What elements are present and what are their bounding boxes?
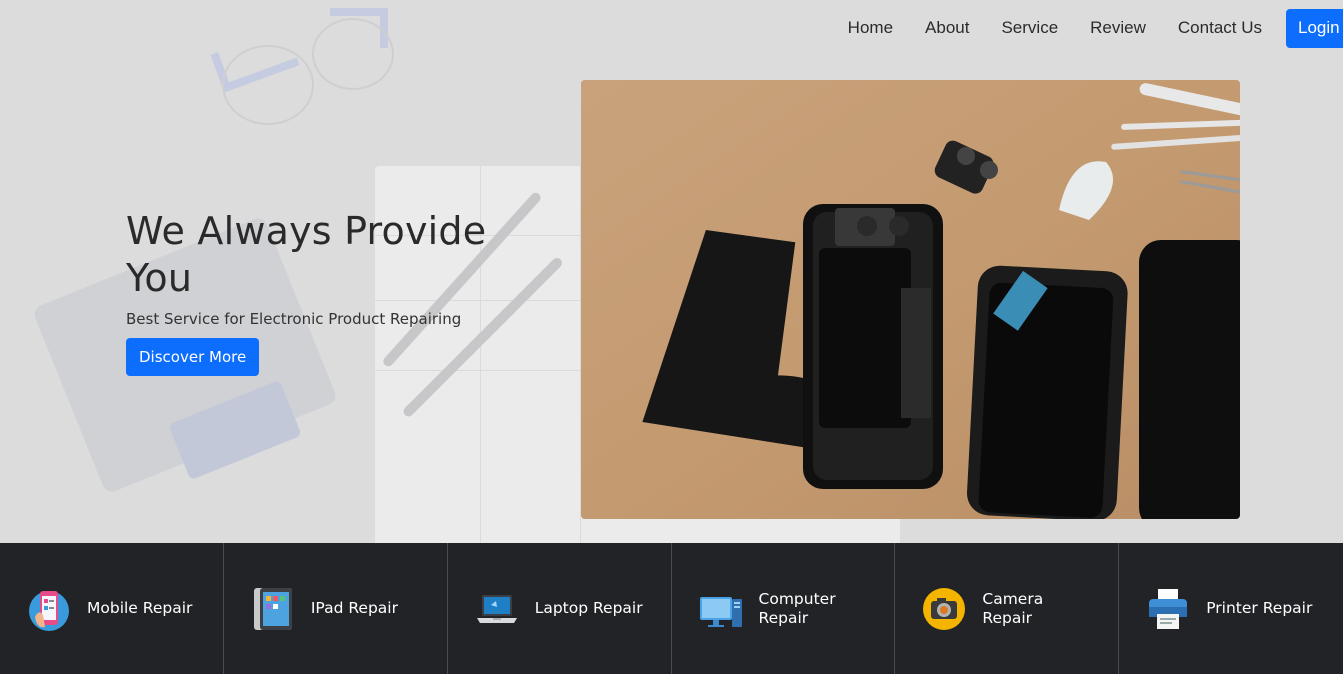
computer-icon xyxy=(698,586,744,632)
nav-review[interactable]: Review xyxy=(1090,18,1146,38)
service-ipad-repair[interactable]: IPad Repair xyxy=(224,543,448,674)
login-button[interactable]: Login xyxy=(1286,8,1343,48)
service-camera-repair[interactable]: Camera Repair xyxy=(895,543,1120,674)
laptop-icon xyxy=(474,586,520,632)
printer-icon xyxy=(1145,586,1191,632)
top-navigation: Home About Service Review Contact Us Log… xyxy=(848,8,1343,48)
ipad-icon xyxy=(250,586,296,632)
services-bar: Mobile Repair IPad Repair Laptop Repair … xyxy=(0,543,1343,674)
hero-phone-repair-photo xyxy=(581,80,1240,519)
service-label: Camera Repair xyxy=(982,589,1044,627)
service-label: Printer Repair xyxy=(1206,599,1313,617)
discover-more-button[interactable]: Discover More xyxy=(126,338,260,376)
service-laptop-repair[interactable]: Laptop Repair xyxy=(448,543,672,674)
mobile-repair-icon xyxy=(26,586,72,632)
service-mobile-repair[interactable]: Mobile Repair xyxy=(0,543,224,674)
hero-section: We Always Provide You Best Service for E… xyxy=(126,208,546,376)
service-label: IPad Repair xyxy=(310,599,398,617)
service-computer-repair[interactable]: Computer Repair xyxy=(672,543,896,674)
service-label: Computer Repair xyxy=(758,589,836,627)
nav-home[interactable]: Home xyxy=(848,18,893,38)
nav-contact-us[interactable]: Contact Us xyxy=(1178,18,1262,38)
service-label: Mobile Repair xyxy=(87,599,193,617)
hero-title: We Always Provide You xyxy=(126,209,487,300)
camera-icon xyxy=(921,586,967,632)
hero-subtitle: Best Service for Electronic Product Repa… xyxy=(126,310,462,328)
service-printer-repair[interactable]: Printer Repair xyxy=(1119,543,1343,674)
nav-about[interactable]: About xyxy=(925,18,969,38)
service-label: Laptop Repair xyxy=(534,599,643,617)
nav-service[interactable]: Service xyxy=(1001,18,1058,38)
